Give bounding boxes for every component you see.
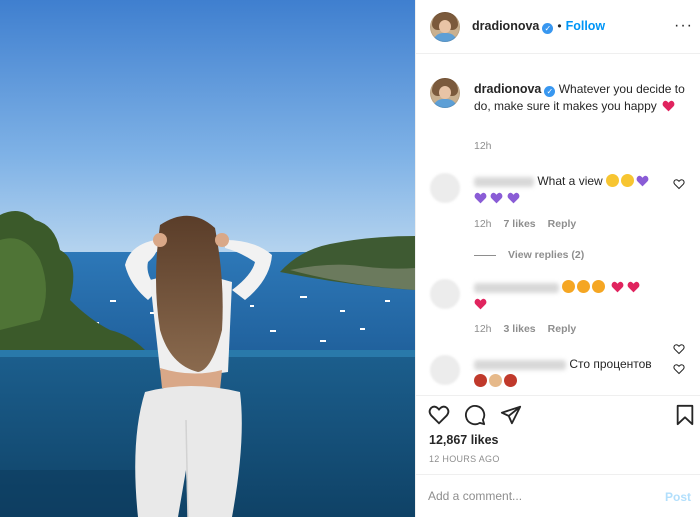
reply-button[interactable]: Reply <box>548 218 577 230</box>
comment-text: Сто процентов <box>569 357 652 371</box>
photo-scene <box>0 0 415 517</box>
post-comment-button[interactable]: Post <box>665 490 691 504</box>
comment-username-redacted[interactable] <box>474 176 534 187</box>
caption-body: dradionova ✓ Whatever you decide to do, m… <box>474 81 686 117</box>
comments-list[interactable]: dradionova ✓ Whatever you decide to do, m… <box>416 55 700 395</box>
author-username[interactable]: dradionova <box>472 19 539 33</box>
caption: dradionova ✓ Whatever you decide to do, m… <box>416 55 700 160</box>
post-actions: 12,867 likes 12 HOURS AGO <box>416 395 700 473</box>
heart-icon[interactable] <box>428 404 450 426</box>
caption-avatar[interactable] <box>430 78 460 108</box>
comment-item: 12h 3 likes Reply <box>416 275 700 355</box>
comment-username-redacted[interactable] <box>474 282 559 293</box>
reply-button[interactable]: Reply <box>548 323 577 335</box>
likes-count[interactable]: 12,867 likes <box>429 433 499 447</box>
comment-avatar[interactable] <box>430 173 460 203</box>
comment-item: What a view 12h 7 likes Reply View replies… <box>416 165 700 261</box>
comment-body: What a view <box>474 173 674 207</box>
comment-avatar[interactable] <box>430 279 460 309</box>
comment-item: Сто процентов <box>416 353 700 395</box>
speech-bubble-icon[interactable] <box>464 404 486 426</box>
add-comment-bar: Post <box>416 474 700 517</box>
comment-body: Сто процентов <box>474 356 674 390</box>
comment-input[interactable] <box>428 486 648 506</box>
caption-username[interactable]: dradionova <box>474 82 541 96</box>
post-photo[interactable] <box>0 0 415 517</box>
posted-ago[interactable]: 12 HOURS AGO <box>429 454 500 464</box>
follow-button[interactable]: Follow <box>566 19 606 33</box>
comment-likes[interactable]: 7 likes <box>504 218 536 230</box>
separator-dot: • <box>557 19 562 33</box>
view-replies-label: View replies (2) <box>508 249 585 261</box>
caption-time[interactable]: 12h <box>474 140 492 152</box>
red-heart-emoji-icon <box>662 100 675 117</box>
comment-like-heart-icon[interactable] <box>673 363 685 375</box>
comment-time[interactable]: 12h <box>474 323 492 335</box>
verified-badge-icon: ✓ <box>544 86 556 97</box>
comment-username-redacted[interactable] <box>474 359 566 370</box>
comment-body <box>474 279 674 313</box>
author-avatar[interactable] <box>430 12 460 42</box>
emoji-icons <box>474 374 519 388</box>
post-side-panel: dradionova ✓ • Follow ··· dradionova ✓ Whate… <box>415 0 700 517</box>
comment-like-heart-icon[interactable] <box>673 178 685 190</box>
comment-text: What a view <box>537 174 603 188</box>
post-header: dradionova ✓ • Follow ··· <box>416 0 700 54</box>
more-options-icon[interactable]: ··· <box>674 17 693 35</box>
view-replies-button[interactable]: View replies (2) <box>474 249 584 261</box>
paper-plane-icon[interactable] <box>500 404 522 426</box>
comment-meta: 12h 7 likes Reply <box>474 218 576 230</box>
header-user-line: dradionova ✓ • Follow <box>472 19 605 34</box>
comment-avatar[interactable] <box>430 355 460 385</box>
verified-badge-icon: ✓ <box>542 23 554 34</box>
comment-time[interactable]: 12h <box>474 218 492 230</box>
comment-likes[interactable]: 3 likes <box>504 323 536 335</box>
comment-meta: 12h 3 likes Reply <box>474 323 576 335</box>
bookmark-icon[interactable] <box>674 404 696 426</box>
